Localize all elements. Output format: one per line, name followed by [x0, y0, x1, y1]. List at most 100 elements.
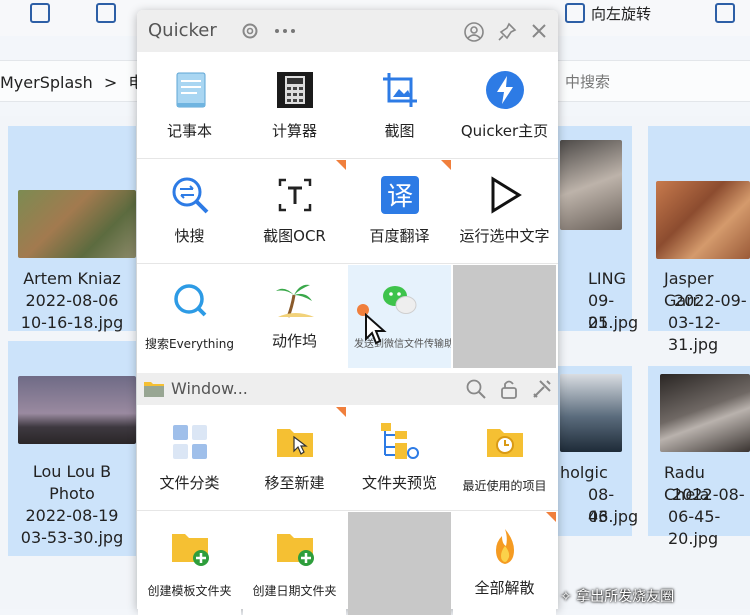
file-tile[interactable]: Artem Kniaz 2022-08-06 10-16-18.jpg	[8, 126, 136, 332]
action-label: 创建模板文件夹	[147, 584, 232, 598]
action-recent-items[interactable]: 最近使用的项目	[453, 407, 556, 510]
watermark-text: 拿出所发烧友圈	[576, 589, 675, 605]
action-label: 文件分类	[159, 474, 220, 492]
more-toolbar-button[interactable]	[715, 0, 735, 26]
file-name: holgic	[560, 463, 608, 482]
file-time: 21.jpg	[588, 313, 639, 332]
file-tile[interactable]: Lou Lou B Photo 2022-08-19 03-53-30.jpg	[8, 341, 136, 556]
photo-thumbnail	[656, 181, 750, 259]
breadcrumb[interactable]: MyerSplash > 电	[0, 69, 144, 93]
action-label: 搜索Everything	[145, 337, 234, 351]
marker-badge	[546, 512, 556, 522]
quicker-title-bar[interactable]: Quicker	[137, 10, 558, 52]
translate-icon: 译	[381, 176, 419, 214]
action-calculator[interactable]: 计算器	[243, 55, 346, 158]
folder-icon	[144, 382, 164, 397]
action-label: 最近使用的项目	[462, 479, 547, 493]
screenshot-icon	[383, 73, 417, 107]
action-label: 文件夹预览	[361, 474, 437, 492]
window-section-bar[interactable]: Window...	[137, 373, 558, 405]
flame-icon	[496, 529, 514, 564]
file-date: 2022-09-	[674, 291, 747, 310]
quicker-title: Quicker	[148, 20, 217, 41]
action-dock[interactable]: 动作坞	[243, 265, 346, 368]
trash-icon	[96, 3, 116, 23]
file-tile[interactable]: Jasper Garr 2022-09- 03-12-31.jpg	[648, 126, 750, 354]
photo-thumbnail	[18, 376, 136, 444]
action-baidu-translate[interactable]: 译 百度翻译	[348, 160, 451, 263]
marker-badge	[336, 160, 346, 170]
file-date: 2022-08-06	[25, 291, 119, 310]
action-label: Quicker主页	[460, 122, 549, 140]
ocr-icon	[278, 178, 312, 212]
action-screenshot-ocr[interactable]: 截图OCR	[243, 160, 346, 263]
empty-slot[interactable]	[348, 512, 451, 615]
share-icon	[30, 3, 50, 23]
action-label: 记事本	[166, 122, 212, 140]
wechat-watermark-icon: ✧	[560, 589, 577, 605]
action-search-everything[interactable]: 搜索Everything	[138, 265, 241, 368]
action-label: 截图OCR	[263, 227, 326, 245]
file-time: 03-53-30.jpg	[20, 528, 124, 547]
action-label: 创建日期文件夹	[252, 584, 337, 598]
gear-icon[interactable]	[240, 21, 260, 41]
user-icon[interactable]	[463, 21, 484, 42]
share-button[interactable]	[30, 0, 50, 26]
action-file-classify[interactable]: 文件分类	[138, 407, 241, 510]
rotate-left-icon	[565, 3, 585, 23]
folder-add-icon	[277, 534, 314, 566]
file-time: 10-16-18.jpg	[20, 313, 124, 332]
file-name: LING	[588, 269, 626, 288]
everything-search-icon	[174, 284, 207, 317]
notepad-icon	[176, 72, 206, 108]
lock-icon[interactable]	[499, 378, 519, 400]
empty-slot[interactable]	[453, 265, 556, 368]
breadcrumb-separator: >	[103, 73, 118, 92]
file-tile[interactable]: Radu Chela 2022-08- 06-45-20.jpg	[648, 366, 750, 548]
rotate-left-button[interactable]: 向左旋转	[565, 0, 651, 26]
rotate-left-label: 向左旋转	[591, 4, 652, 23]
divider	[137, 158, 558, 159]
action-run-selected-text[interactable]: 运行选中文字	[453, 160, 556, 263]
tools-icon[interactable]	[531, 378, 553, 400]
action-notepad[interactable]: 记事本	[138, 55, 241, 158]
folder-tree-icon	[381, 423, 419, 459]
action-label: 百度翻译	[369, 227, 430, 245]
file-time: 43.jpg	[588, 507, 639, 526]
quicker-panel: Quicker 记事本 计算器 截图 Quicker主页 快搜 截图OCR 译 …	[137, 10, 558, 615]
action-create-date-folder[interactable]: 创建日期文件夹	[243, 512, 346, 615]
action-label: 动作坞	[271, 332, 317, 350]
action-folder-preview[interactable]: 文件夹预览	[348, 407, 451, 510]
search-swap-icon	[172, 177, 209, 214]
breadcrumb-root[interactable]: MyerSplash	[0, 73, 93, 92]
action-label: 截图	[384, 122, 415, 140]
action-quicker-home[interactable]: Quicker主页	[453, 55, 556, 158]
action-label: 计算器	[271, 122, 317, 140]
file-name-line2: Photo	[49, 484, 95, 503]
more-icon[interactable]	[273, 21, 295, 41]
watermark: ✧ 拿出所发烧友圈	[560, 586, 674, 606]
divider	[137, 510, 558, 511]
action-quick-search[interactable]: 快搜	[138, 160, 241, 263]
lightning-icon	[486, 71, 524, 109]
search-input[interactable]: 中搜索	[565, 71, 610, 92]
grid-tiles-icon	[173, 425, 207, 459]
action-create-template-folder[interactable]: 创建模板文件夹	[138, 512, 241, 615]
file-time: 03-12-31.jpg	[668, 313, 721, 354]
action-label: 快搜	[174, 227, 205, 245]
file-name: Artem Kniaz	[23, 269, 121, 288]
file-name: Lou Lou B	[32, 462, 112, 481]
action-send-to-wechat[interactable]: 发送到微信文件传输助手	[348, 265, 451, 368]
action-label: 运行选中文字	[459, 227, 550, 245]
calculator-icon	[277, 72, 313, 108]
pin-icon[interactable]	[496, 21, 517, 41]
photo-thumbnail	[560, 374, 622, 452]
action-ungroup-all[interactable]: 全部解散	[453, 512, 556, 615]
delete-button[interactable]	[96, 0, 116, 26]
action-screenshot[interactable]: 截图	[348, 55, 451, 158]
mouse-cursor-icon	[365, 313, 387, 345]
close-icon[interactable]	[529, 21, 549, 41]
action-move-to-new[interactable]: 移至新建	[243, 407, 346, 510]
search-icon[interactable]	[465, 378, 487, 400]
picture-icon	[715, 3, 735, 23]
